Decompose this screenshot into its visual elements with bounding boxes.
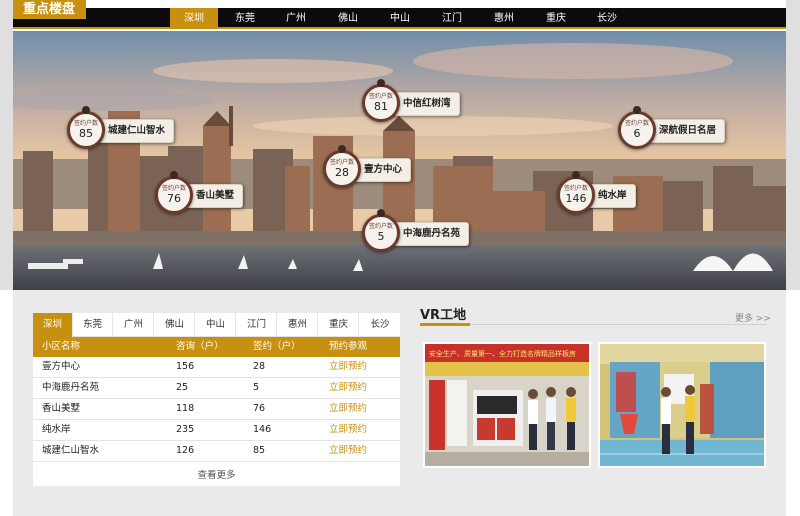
construction-site-photo: 安全生产、质量第一、全力打造名牌精品样板房	[425, 344, 589, 466]
map-pin-icon	[633, 106, 641, 114]
map-pin-icon	[170, 171, 178, 179]
column-header-name: 小区名称	[42, 341, 81, 352]
cell-name: 城建仁山智水	[42, 445, 100, 456]
signed-count-badge: 签约户数 76	[155, 176, 193, 214]
badge-label: 签约户数	[368, 93, 393, 100]
cell-name: 纯水岸	[42, 424, 71, 435]
badge-label: 签约户数	[624, 120, 649, 127]
panel-tab-chongqing[interactable]: 重庆	[319, 313, 359, 337]
cell-signed: 76	[253, 403, 266, 414]
featured-properties-section: 重点楼盘 深圳 东莞 广州 佛山 中山 江门 惠州 重庆 长沙 签约户数 85 …	[0, 0, 800, 290]
panel-tab-jiangmen[interactable]: 江门	[237, 313, 277, 337]
view-more-button[interactable]: 查看更多	[33, 465, 400, 486]
panel-tab-zhongshan[interactable]: 中山	[196, 313, 236, 337]
signed-count-badge: 签约户数 6	[618, 111, 656, 149]
property-table-panel: 深圳 东莞 广州 佛山 中山 江门 惠州 重庆 长沙 小区名称 咨询（户） 签约…	[33, 313, 400, 486]
badge-count: 6	[633, 127, 641, 140]
badge-label: 签约户数	[329, 159, 354, 166]
panel-city-tabs: 深圳 东莞 广州 佛山 中山 江门 惠州 重庆 长沙	[33, 313, 400, 337]
vr-title-divider	[420, 324, 766, 325]
section-title: 重点楼盘	[13, 0, 86, 19]
interior-site-photo	[600, 344, 764, 466]
city-tab-huizhou[interactable]: 惠州	[480, 8, 528, 29]
cell-consult: 126	[176, 445, 195, 456]
column-header-signed: 签约（户）	[253, 341, 301, 352]
badge-count: 85	[79, 127, 93, 140]
city-tab-dongguan[interactable]: 东莞	[221, 8, 269, 29]
map-pin-icon	[377, 79, 385, 87]
panel-tab-huizhou[interactable]: 惠州	[278, 313, 318, 337]
left-gutter	[0, 0, 13, 290]
cell-name: 壹方中心	[42, 361, 81, 372]
city-tab-changsha[interactable]: 长沙	[583, 8, 631, 29]
badge-label: 签约户数	[368, 223, 393, 230]
badge-label: 签约户数	[563, 185, 588, 192]
bottom-section: 深圳 东莞 广州 佛山 中山 江门 惠州 重庆 长沙 小区名称 咨询（户） 签约…	[13, 290, 786, 516]
signed-count-badge: 签约户数 81	[362, 84, 400, 122]
panel-tab-changsha[interactable]: 长沙	[360, 313, 400, 337]
book-visit-link[interactable]: 立即预约	[329, 357, 367, 377]
cell-consult: 156	[176, 361, 195, 372]
badge-count: 146	[565, 192, 587, 205]
table-row: 香山美墅 118 76 立即预约	[33, 399, 400, 420]
signed-count-badge: 签约户数 146	[557, 176, 595, 214]
table-row: 城建仁山智水 126 85 立即预约	[33, 441, 400, 462]
map-pin-icon	[338, 145, 346, 153]
badge-count: 28	[335, 166, 349, 179]
right-gutter	[786, 0, 800, 290]
panel-tab-foshan[interactable]: 佛山	[155, 313, 195, 337]
cell-consult: 235	[176, 424, 195, 435]
table-row: 纯水岸 235 146 立即预约	[33, 420, 400, 441]
book-visit-link[interactable]: 立即预约	[329, 399, 367, 419]
book-visit-link[interactable]: 立即预约	[329, 420, 367, 440]
vr-site-thumbnail-2[interactable]	[598, 342, 766, 468]
map-pin-icon	[572, 171, 580, 179]
map-pin-icon	[82, 106, 90, 114]
cell-consult: 118	[176, 403, 195, 414]
cell-signed: 5	[253, 382, 260, 393]
signed-count-badge: 签约户数 85	[67, 111, 105, 149]
cell-name: 香山美墅	[42, 403, 81, 414]
badge-count: 5	[377, 230, 385, 243]
column-header-visit: 预约参观	[329, 341, 368, 352]
column-header-consult: 咨询（户）	[176, 341, 224, 352]
signed-count-badge: 签约户数 5	[362, 214, 400, 252]
city-tab-shenzhen[interactable]: 深圳	[170, 8, 218, 29]
book-visit-link[interactable]: 立即预约	[329, 441, 367, 461]
city-tab-foshan[interactable]: 佛山	[324, 8, 372, 29]
badge-count: 76	[167, 192, 181, 205]
vr-section-title: VR工地	[420, 308, 467, 323]
table-row: 中海鹿丹名苑 25 5 立即预约	[33, 378, 400, 399]
badge-label: 签约户数	[161, 185, 186, 192]
table-row: 壹方中心 156 28 立即预约	[33, 357, 400, 378]
book-visit-link[interactable]: 立即预约	[329, 378, 367, 398]
map-pin-icon	[377, 209, 385, 217]
cell-signed: 28	[253, 361, 266, 372]
city-tab-guangzhou[interactable]: 广州	[272, 8, 320, 29]
badge-count: 81	[374, 100, 388, 113]
signed-count-badge: 签约户数 28	[323, 150, 361, 188]
cell-consult: 25	[176, 382, 189, 393]
badge-label: 签约户数	[73, 120, 98, 127]
table-header: 小区名称 咨询（户） 签约（户） 预约参观	[33, 337, 400, 357]
vr-site-thumbnail-1[interactable]: 安全生产、质量第一、全力打造名牌精品样板房	[423, 342, 591, 468]
site-banner: 安全生产、质量第一、全力打造名牌精品样板房	[429, 349, 576, 358]
cell-signed: 146	[253, 424, 272, 435]
panel-tab-shenzhen[interactable]: 深圳	[33, 313, 73, 337]
city-tab-zhongshan[interactable]: 中山	[376, 8, 424, 29]
vr-title-accent	[420, 323, 470, 326]
cell-name: 中海鹿丹名苑	[42, 382, 100, 393]
panel-tab-guangzhou[interactable]: 广州	[114, 313, 154, 337]
panel-tab-dongguan[interactable]: 东莞	[73, 313, 113, 337]
cell-signed: 85	[253, 445, 266, 456]
city-tab-chongqing[interactable]: 重庆	[532, 8, 580, 29]
city-tab-jiangmen[interactable]: 江门	[428, 8, 476, 29]
vr-more-link[interactable]: 更多 >>	[735, 311, 771, 324]
